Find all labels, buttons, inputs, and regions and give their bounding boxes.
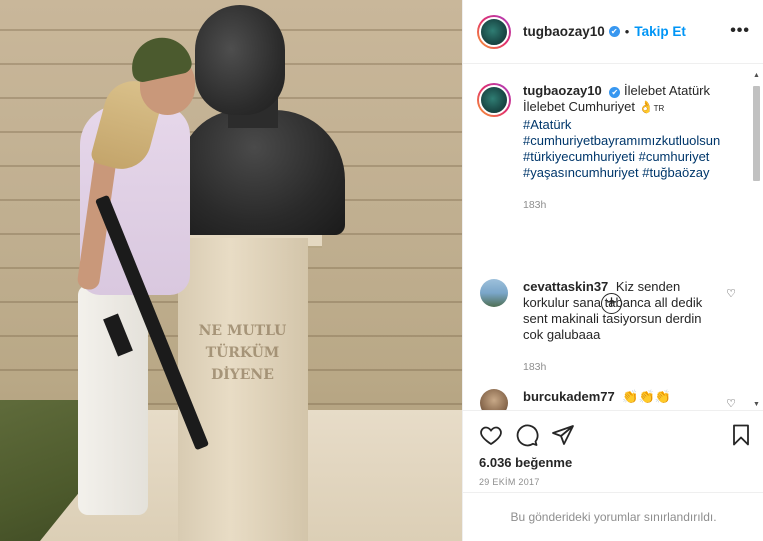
bust-body — [180, 110, 345, 235]
comment-text-line: sent makinali tasiyorsun derdin — [523, 311, 702, 326]
post-date[interactable]: 29 EKİM 2017 — [479, 477, 540, 487]
caption-username[interactable]: tugbaozay10 — [523, 83, 602, 98]
comments-list[interactable]: tugbaozay10 ✔ İlelebet Atatürk İlelebet … — [463, 65, 763, 410]
hashtag-link[interactable]: #türkiyecumhuriyeti #cumhuriyet — [523, 149, 720, 165]
caption-line-1: İlelebet Atatürk — [624, 83, 710, 98]
verified-badge-icon: ✔ — [609, 87, 621, 98]
likes-count[interactable]: 6.036 beğenme — [479, 455, 572, 470]
comment-body: burcukadem77 👏👏👏 — [523, 389, 671, 410]
comment-item: burcukadem77 👏👏👏 — [477, 389, 727, 410]
like-comment-heart-icon[interactable]: ♡ — [726, 287, 736, 300]
tr-flag-emoji: TR — [653, 104, 665, 113]
commenter-username[interactable]: cevattaskin37 — [523, 279, 608, 294]
comment-bubble-icon[interactable] — [515, 423, 539, 447]
hashtag-link[interactable]: #yaşasıncumhuriyet #tuğbaözay — [523, 165, 720, 181]
caption-entry: tugbaozay10 ✔ İlelebet Atatürk İlelebet … — [477, 83, 727, 213]
hashtag-link[interactable]: #cumhuriyetbayramımızkutluolsun — [523, 133, 720, 149]
commenter-avatar[interactable] — [480, 279, 508, 307]
verified-badge-icon: ✔ — [608, 26, 620, 37]
commenter-username[interactable]: burcukadem77 — [523, 389, 615, 404]
author-avatar[interactable] — [477, 14, 511, 49]
comment-text-line: cok galubaaa — [523, 327, 601, 342]
caption-body: tugbaozay10 ✔ İlelebet Atatürk İlelebet … — [523, 83, 720, 213]
hashtag-link[interactable]: #Atatürk — [523, 117, 720, 133]
post-photo[interactable]: NE MUTLU TÜRKÜM DİYENE — [0, 0, 462, 541]
comment-item: cevattaskin37 Kiz senden korkulur sana t… — [477, 279, 727, 375]
comments-scrollbar[interactable]: ▲ ▼ — [751, 68, 761, 408]
comment-body: cevattaskin37 Kiz senden korkulur sana t… — [523, 279, 702, 375]
share-paper-plane-icon[interactable] — [551, 423, 575, 447]
pedestal-plaque: NE MUTLU TÜRKÜM DİYENE — [198, 323, 287, 383]
comment-text: Kiz senden — [615, 279, 681, 294]
bust-head — [195, 5, 285, 115]
author-username[interactable]: tugbaozay10 — [523, 24, 605, 39]
save-bookmark-icon[interactable] — [729, 423, 753, 447]
like-comment-heart-icon[interactable]: ♡ — [726, 397, 736, 410]
comment-text: 👏👏👏 — [622, 389, 671, 404]
scrollbar-thumb[interactable] — [753, 86, 760, 181]
caption-avatar[interactable] — [477, 83, 511, 117]
comment-text-line: korkulur sana tabanca all dedik — [523, 295, 703, 310]
commenter-avatar[interactable] — [480, 389, 508, 410]
caption-time[interactable]: 183h — [523, 197, 720, 213]
caption-line-2: İlelebet Cumhuriyet — [523, 99, 635, 114]
comment-time[interactable]: 183h — [523, 359, 702, 375]
post-header: tugbaozay10 ✔ • Takip Et ••• — [463, 0, 763, 64]
separator-dot: • — [624, 24, 630, 39]
more-options-icon[interactable]: ••• — [730, 22, 750, 40]
ok-hand-emoji: 👌 — [638, 100, 654, 114]
scroll-down-arrow-icon[interactable]: ▼ — [753, 401, 760, 408]
post-side-panel: tugbaozay10 ✔ • Takip Et ••• tugbaozay10… — [462, 0, 763, 541]
like-heart-icon[interactable] — [479, 423, 503, 447]
post-actions: 6.036 beğenme 29 EKİM 2017 — [463, 410, 763, 492]
scroll-up-arrow-icon[interactable]: ▲ — [753, 72, 760, 79]
comments-restricted-notice: Bu gönderideki yorumlar sınırlandırıldı. — [463, 492, 763, 541]
follow-button[interactable]: Takip Et — [634, 24, 686, 39]
